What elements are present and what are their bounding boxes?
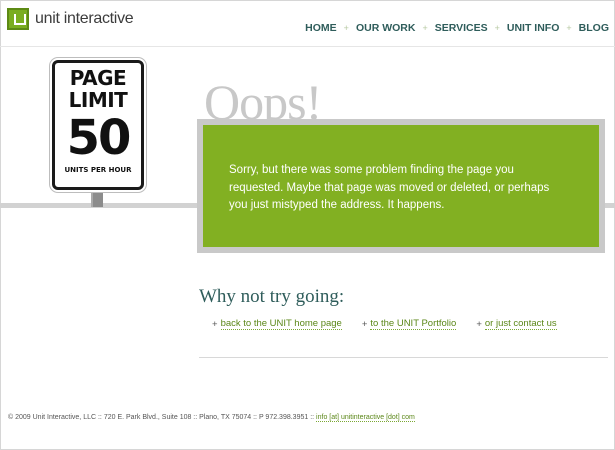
- error-message-panel: Sorry, but there was some problem findin…: [203, 125, 599, 247]
- nav-separator: +: [494, 23, 500, 33]
- error-message-text: Sorry, but there was some problem findin…: [229, 164, 550, 211]
- sign-number: 50: [66, 110, 132, 166]
- nav-our-work[interactable]: OUR WORK: [356, 22, 416, 34]
- nav-blog[interactable]: BLOG: [579, 22, 609, 34]
- plus-icon: +: [361, 318, 368, 330]
- link-portfolio[interactable]: to the UNIT Portfolio: [370, 318, 457, 330]
- nav-unit-info[interactable]: UNIT INFO: [507, 22, 560, 34]
- plus-icon: +: [476, 318, 482, 330]
- site-header: unit interactive HOME + OUR WORK + SERVI…: [0, 0, 615, 47]
- nav-separator: +: [566, 23, 572, 33]
- page-limit-sign: PAGE LIMIT 50 UNITS PER HOUR: [52, 60, 144, 190]
- link-home-page[interactable]: back to the UNIT home page: [220, 318, 342, 330]
- footer-text: © 2009 Unit Interactive, LLC :: 720 E. P…: [8, 414, 315, 421]
- sign-line-1: PAGE: [69, 66, 127, 90]
- link-contact[interactable]: or just contact us: [484, 318, 557, 330]
- suggestion-item: + to the UNIT Portfolio: [361, 318, 457, 330]
- nav-separator: +: [343, 23, 349, 33]
- nav-separator: +: [422, 23, 428, 33]
- nav-home[interactable]: HOME: [305, 22, 337, 34]
- site-footer: © 2009 Unit Interactive, LLC :: 720 E. P…: [8, 414, 415, 422]
- sign-line-2: LIMIT: [68, 88, 128, 112]
- error-message-box: Sorry, but there was some problem findin…: [197, 119, 605, 253]
- suggestion-item: + back to the UNIT home page: [212, 318, 342, 330]
- site-logo[interactable]: unit interactive: [7, 8, 134, 30]
- main-nav: HOME + OUR WORK + SERVICES + UNIT INFO +…: [305, 22, 609, 34]
- suggestion-links: + back to the UNIT home page + to the UN…: [212, 318, 577, 330]
- footer-email-link[interactable]: info [at] unitinteractive [dot] com: [316, 414, 415, 422]
- suggestions-heading: Why not try going:: [199, 286, 345, 307]
- sign-units: UNITS PER HOUR: [64, 166, 132, 174]
- logo-icon: [7, 8, 29, 30]
- suggestion-item: + or just contact us: [476, 318, 557, 330]
- nav-services[interactable]: SERVICES: [435, 22, 488, 34]
- sign-post: [91, 190, 103, 207]
- logo-text: unit interactive: [35, 10, 134, 27]
- content-divider: [199, 357, 608, 358]
- plus-icon: +: [212, 318, 218, 330]
